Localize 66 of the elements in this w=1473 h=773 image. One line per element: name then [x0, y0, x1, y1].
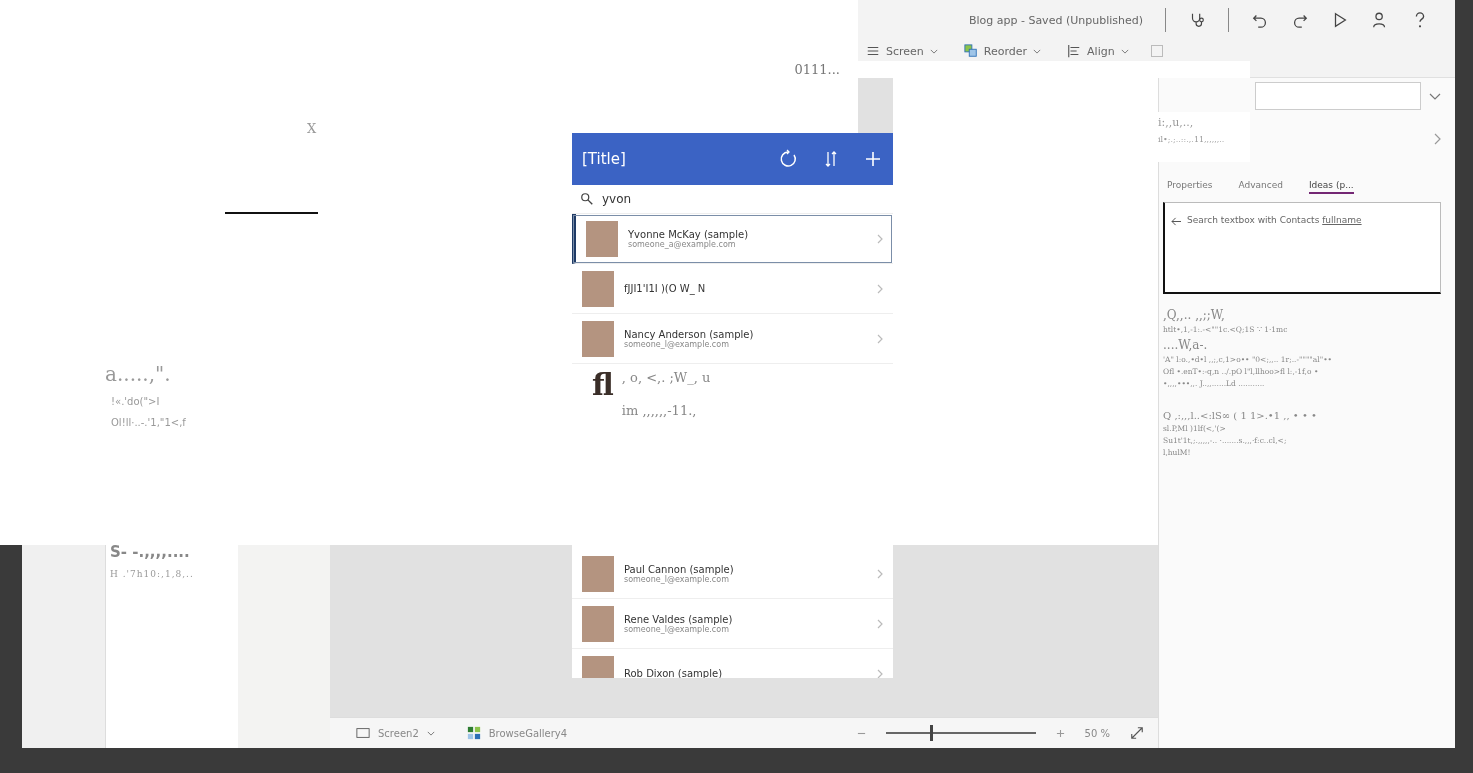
menu-icon: [866, 44, 880, 58]
arrow-left-icon: [1171, 217, 1182, 226]
app-save-status: Blog app - Saved (Unpublished): [968, 13, 1143, 27]
contact-name: Yvonne McKay (sample): [628, 228, 750, 240]
panel-tab[interactable]: Advanced: [1238, 178, 1283, 194]
chevron-down-icon: [1033, 48, 1042, 54]
zoom-percent: 50 %: [1084, 727, 1110, 739]
chevron-right-icon: [877, 283, 883, 294]
chevron-right-icon: [877, 233, 883, 244]
panel-note: Q ,:,,,l..<:lS∞ ( 1 1>.•1 ,, • • •: [1163, 410, 1318, 421]
overlay-text: Ol!ll·..-.'1,"1<,f: [111, 417, 187, 428]
contact-name: Nancy Anderson (sample): [624, 328, 755, 340]
contact-name: Paul Cannon (sample): [624, 563, 735, 575]
photo-placeholder: [582, 605, 614, 642]
zoom-in-icon[interactable]: [1055, 728, 1065, 738]
contact-row[interactable]: Yvonne McKay (sample) someone_a@example.com: [572, 214, 893, 264]
photo-placeholder: [586, 220, 618, 257]
align-left-icon: [1067, 44, 1082, 58]
tree-label: H .'7h10:,1,8,..: [110, 569, 195, 579]
overlay-text: X: [307, 121, 318, 136]
panel-tab[interactable]: Ideas (p...: [1308, 178, 1354, 194]
toolbar-dropdown-button[interactable]: Reorder: [959, 43, 1046, 59]
expand-icon[interactable]: [1130, 726, 1144, 740]
overlay-text: !«.'do(">I: [111, 396, 161, 407]
fullname-link[interactable]: fullname: [1322, 215, 1362, 225]
tree-label: S- -.,,,,....: [110, 543, 191, 561]
chevron-right-icon: [877, 333, 883, 344]
contact-email: someone_a@example.com: [628, 239, 736, 249]
chevron-down-icon: [929, 48, 938, 54]
app-title: [Title]: [582, 150, 627, 168]
overlay-text: fl: [592, 370, 614, 403]
overlay-text: , o, <,. ;W_, u: [621, 370, 711, 385]
group-icon: [1150, 45, 1163, 57]
overlay-text: 0111...: [794, 62, 840, 78]
chevron-down-icon[interactable]: [1429, 92, 1441, 100]
screen-icon: [356, 726, 370, 740]
chevron-right-icon: [877, 668, 883, 678]
overlay-text: il•;.;..::.,.11,,,,,,..: [1158, 135, 1226, 144]
slider-thumb[interactable]: [929, 725, 933, 741]
toolbar-dropdown-button[interactable]: Align: [1063, 43, 1133, 59]
contact-email: someone_l@example.com: [624, 624, 730, 634]
overlay-text: a.....,".: [105, 362, 172, 386]
idea-text: Search textbox with Contacts fullname: [1187, 215, 1362, 225]
chevron-right-icon[interactable]: [1434, 133, 1441, 145]
contact-email: someone_l@example.com: [624, 339, 729, 349]
add-icon[interactable]: [863, 149, 883, 169]
chevron-right-icon: [877, 568, 883, 579]
photo-placeholder: [582, 320, 614, 357]
refresh-icon[interactable]: [779, 149, 799, 169]
gallery-icon: [466, 726, 481, 740]
photo-placeholder: [582, 555, 614, 592]
photo-placeholder: [582, 270, 614, 307]
overlay-text: i:,,u,..,: [1158, 116, 1195, 129]
search-icon: [580, 192, 594, 206]
contact-name: Rene Valdes (sample): [624, 613, 734, 625]
chevron-down-icon: [1120, 48, 1129, 54]
toolbar-dropdown-button[interactable]: Screen: [862, 43, 942, 59]
panel-note: ,Q,,.. ,,;;W,: [1163, 308, 1226, 322]
chevron-down-icon: [426, 730, 435, 736]
panel-tab[interactable]: Properties: [1167, 178, 1213, 194]
contact-name: fJJI1'I1I )(O W_ N: [624, 283, 707, 294]
contact-email: someone_l@example.com: [624, 574, 729, 584]
panel-note: ....W,a-.: [1163, 338, 1209, 352]
overlay-text: im ,,,,,,-11.,: [621, 403, 697, 418]
layers-icon: [963, 44, 978, 58]
chevron-right-icon: [877, 618, 883, 629]
